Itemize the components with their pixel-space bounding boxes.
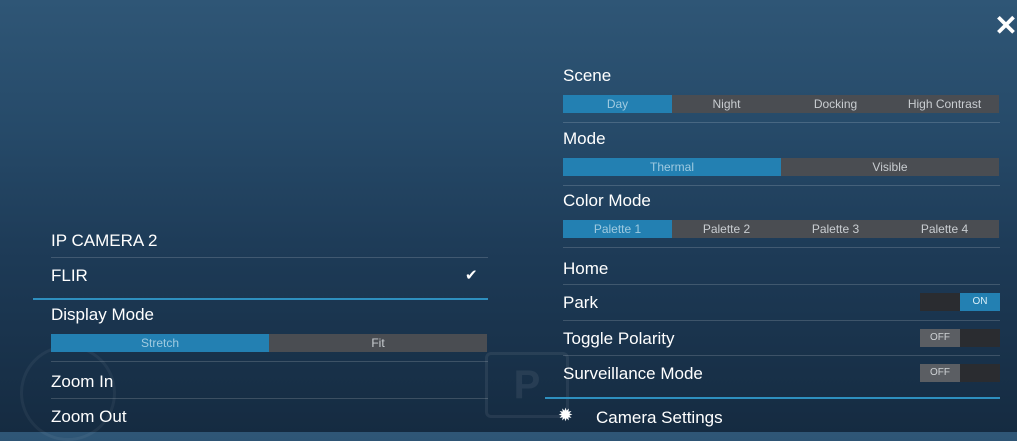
palette-2[interactable]: Palette 2: [672, 220, 781, 238]
surveillance-mode-toggle[interactable]: OFF: [920, 364, 1000, 382]
palette-3[interactable]: Palette 3: [781, 220, 890, 238]
mode-label: Mode: [563, 129, 606, 148]
selection-divider: [545, 397, 1000, 399]
close-icon[interactable]: ✕: [993, 12, 1017, 40]
surveillance-mode-label: Surveillance Mode: [563, 364, 703, 383]
mode-segmented: Thermal Visible: [563, 158, 999, 176]
camera-settings-button[interactable]: Camera Settings: [596, 408, 723, 428]
divider: [51, 257, 488, 258]
scene-night[interactable]: Night: [672, 95, 781, 113]
divider: [563, 185, 1000, 186]
color-mode-label: Color Mode: [563, 191, 651, 210]
scene-segmented: Day Night Docking High Contrast: [563, 95, 999, 113]
surveillance-mode-state: OFF: [920, 364, 960, 382]
display-mode-stretch[interactable]: Stretch: [51, 334, 269, 352]
divider: [563, 320, 1000, 321]
display-mode-fit[interactable]: Fit: [269, 334, 487, 352]
park-label: Park: [563, 293, 598, 312]
zoom-in-button[interactable]: Zoom In: [51, 372, 113, 392]
toggle-track: [920, 293, 960, 311]
camera-source-item[interactable]: FLIR: [51, 266, 88, 286]
camera-name: IP CAMERA 2: [51, 231, 158, 250]
mode-thermal[interactable]: Thermal: [563, 158, 781, 176]
home-button[interactable]: Home: [563, 259, 608, 279]
scene-docking[interactable]: Docking: [781, 95, 890, 113]
toggle-polarity-state: OFF: [920, 329, 960, 347]
divider: [563, 355, 1000, 356]
display-mode-label: Display Mode: [51, 305, 154, 324]
scene-high-contrast[interactable]: High Contrast: [890, 95, 999, 113]
toggle-track: [960, 364, 1000, 382]
park-toggle[interactable]: ON: [920, 293, 1000, 311]
toggle-polarity-toggle[interactable]: OFF: [920, 329, 1000, 347]
checkmark-icon: ✔: [465, 267, 478, 284]
display-mode-segmented: Stretch Fit: [51, 334, 487, 352]
toggle-polarity-label: Toggle Polarity: [563, 329, 675, 348]
zoom-out-button[interactable]: Zoom Out: [51, 407, 127, 427]
divider: [51, 398, 488, 399]
mode-visible[interactable]: Visible: [781, 158, 999, 176]
park-toggle-state: ON: [960, 293, 1000, 311]
watermark-parking-icon: P: [485, 352, 569, 418]
toggle-track: [960, 329, 1000, 347]
palette-1[interactable]: Palette 1: [563, 220, 672, 238]
color-mode-segmented: Palette 1 Palette 2 Palette 3 Palette 4: [563, 220, 999, 238]
scene-label: Scene: [563, 66, 612, 85]
scene-day[interactable]: Day: [563, 95, 672, 113]
divider: [563, 122, 1000, 123]
palette-4[interactable]: Palette 4: [890, 220, 999, 238]
divider: [563, 284, 1000, 285]
selection-divider: [33, 298, 488, 300]
divider: [563, 247, 1000, 248]
gear-icon[interactable]: ✹: [558, 405, 573, 426]
divider: [51, 361, 488, 362]
